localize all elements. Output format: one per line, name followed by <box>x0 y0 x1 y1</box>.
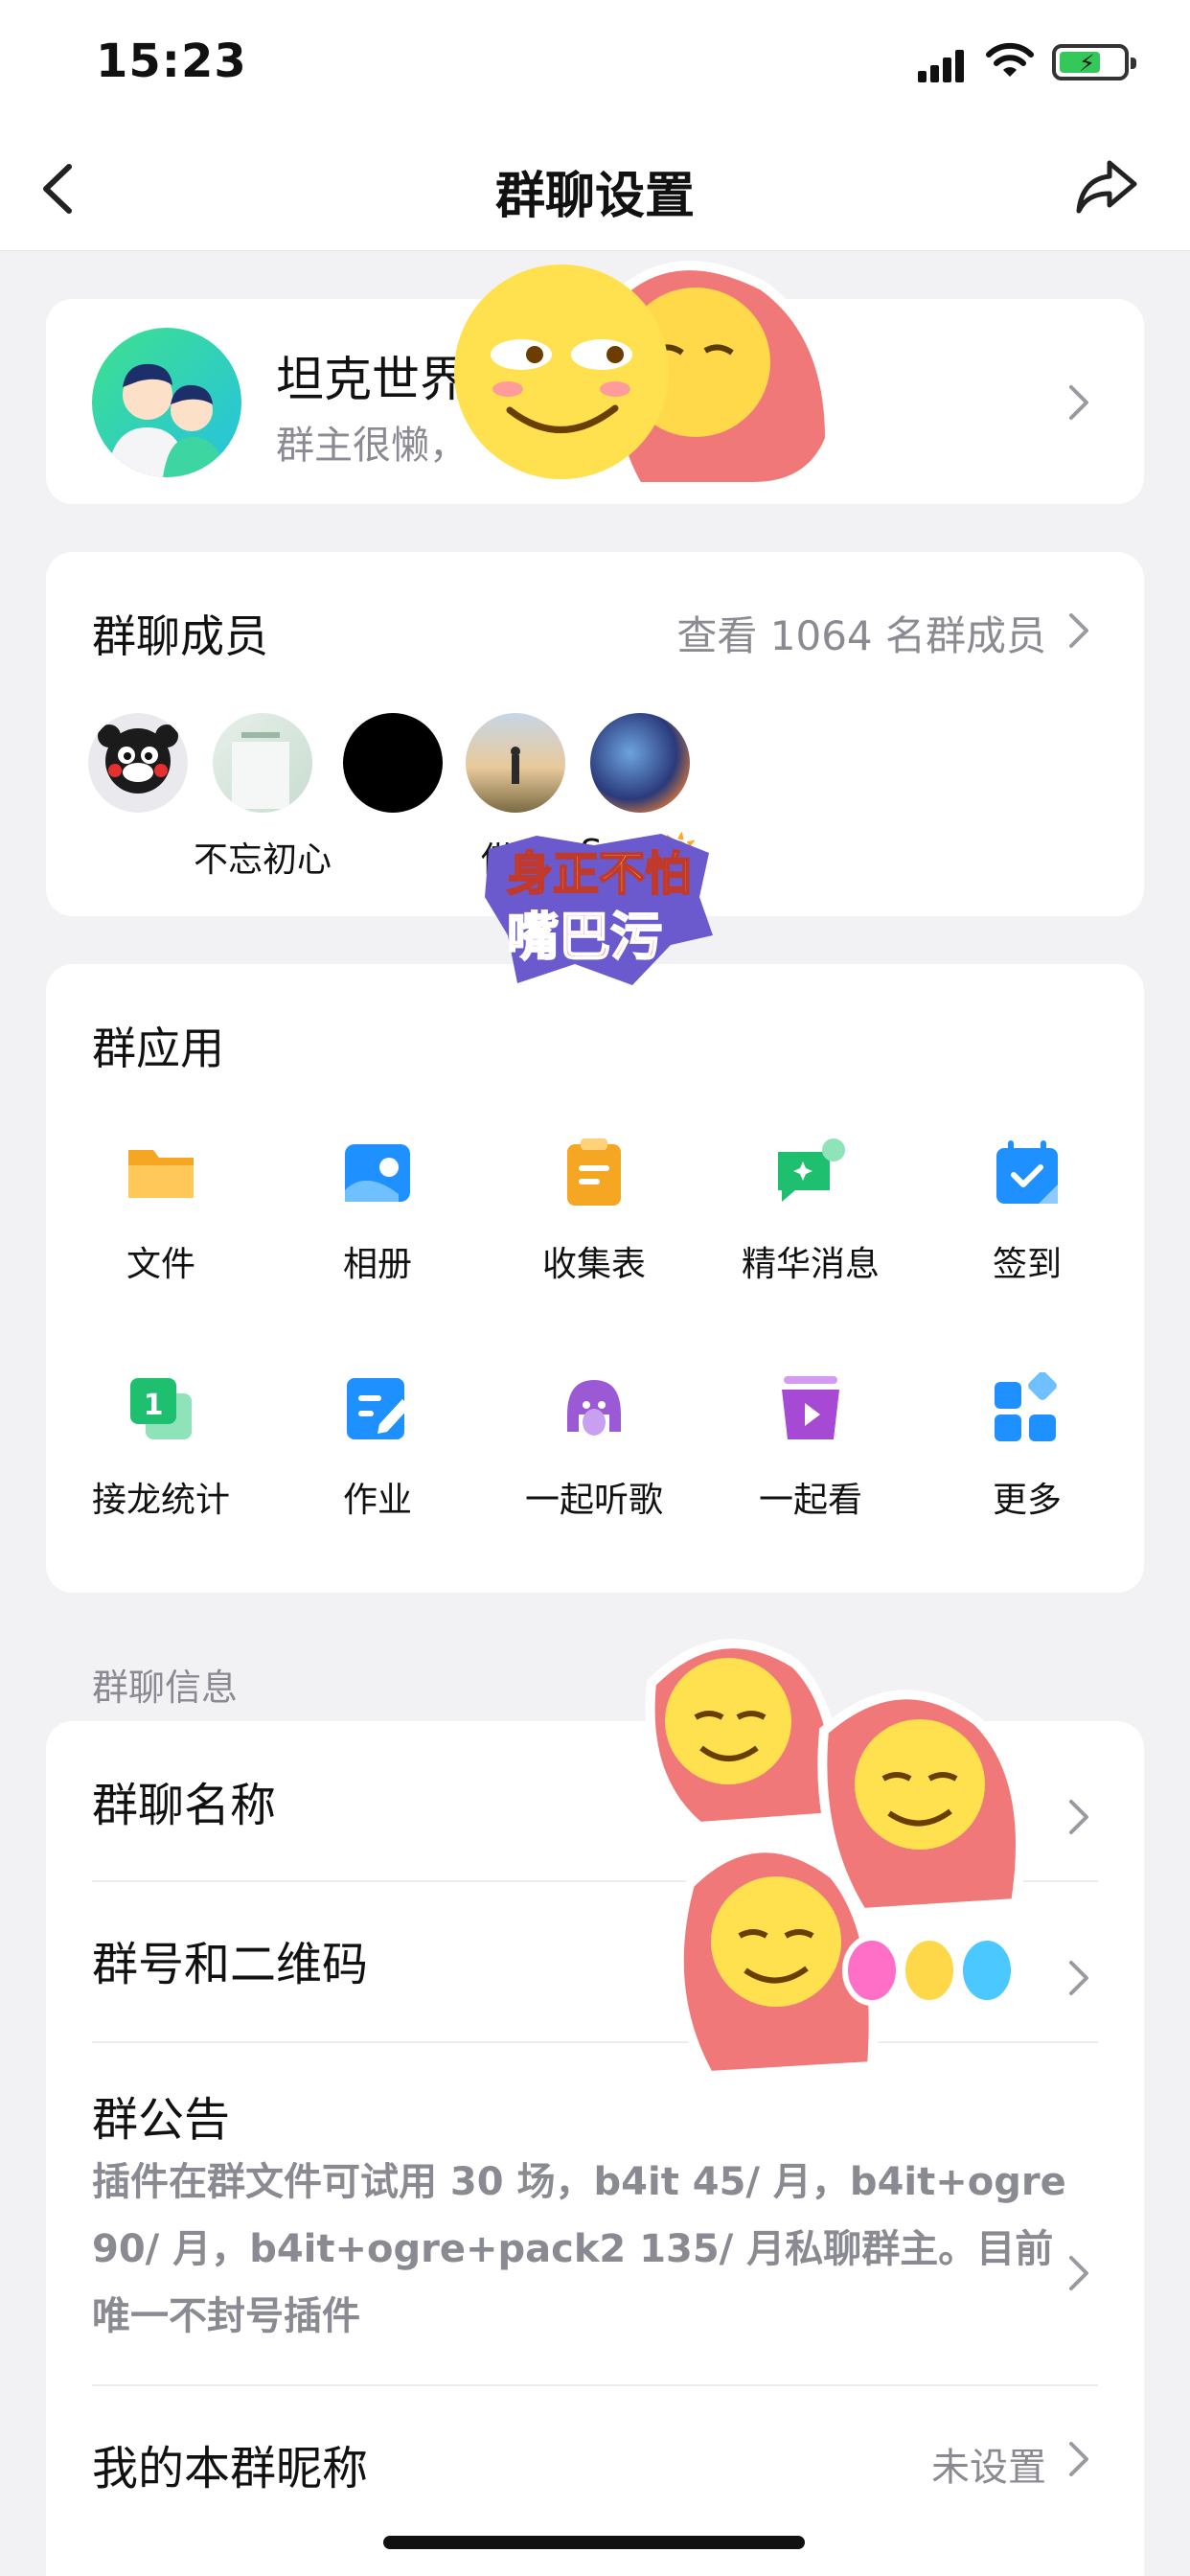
app-watch-together[interactable]: 一起看 <box>715 1372 906 1522</box>
chevron-right-icon <box>1067 611 1090 650</box>
app-form[interactable]: 收集表 <box>498 1137 690 1286</box>
member-name: 不忘初心 <box>193 840 332 880</box>
chevron-right-icon <box>1067 2440 1090 2478</box>
hooded-smirk-sticker <box>454 261 835 492</box>
sticker-text-bottom: 嘴巴污 <box>507 907 662 967</box>
wifi-icon <box>986 42 1034 77</box>
row-divider <box>92 2384 1098 2386</box>
app-files[interactable]: 文件 <box>65 1137 257 1286</box>
homework-icon <box>347 1378 410 1439</box>
battery-icon: ⚡ <box>1052 44 1136 80</box>
navigation-bar: 群聊设置 <box>0 126 1190 251</box>
app-more[interactable]: 更多 <box>931 1371 1123 1522</box>
listen-together-icon <box>567 1380 621 1436</box>
nickname-value: 未设置 <box>931 2446 1046 2490</box>
app-label: 更多 <box>992 1481 1062 1520</box>
view-all-members-link[interactable]: 查看 1064 名群成员 <box>676 604 1046 662</box>
app-label: 收集表 <box>541 1245 646 1284</box>
app-listen-together[interactable]: 一起听歌 <box>498 1372 690 1522</box>
members-title: 群聊成员 <box>92 610 268 662</box>
app-label: 作业 <box>342 1481 412 1520</box>
app-homework[interactable]: 作业 <box>282 1372 473 1522</box>
checkin-calendar-icon <box>996 1140 1058 1204</box>
status-time: 15:23 <box>96 34 247 88</box>
group-notice-row[interactable]: 群公告 插件在群文件可试用 30 场，b4it 45/ 月，b4it+ogre … <box>92 2082 1144 2350</box>
app-label: 一起看 <box>758 1481 862 1520</box>
status-bar: 15:23 ⚡ <box>0 0 1190 126</box>
watch-together-icon <box>782 1376 839 1439</box>
app-label: 接龙统计 <box>91 1481 230 1520</box>
album-icon <box>345 1144 410 1202</box>
group-name: 坦克世界 <box>276 352 468 407</box>
relay-stats-icon: 1 <box>130 1378 192 1439</box>
app-album[interactable]: 相册 <box>282 1137 473 1286</box>
app-label: 相册 <box>342 1245 412 1284</box>
app-label: 文件 <box>126 1245 195 1284</box>
group-description: 群主很懒， <box>276 424 468 468</box>
svg-text:1: 1 <box>144 1389 164 1422</box>
group-avatar <box>92 328 241 477</box>
chevron-right-icon <box>1067 2254 1090 2292</box>
chevron-right-icon <box>1067 383 1090 422</box>
section-label: 群聊信息 <box>92 1667 239 1709</box>
home-indicator <box>383 2536 805 2549</box>
notice-text: 插件在群文件可试用 30 场，b4it 45/ 月，b4it+ogre 90/ … <box>92 2160 1066 2338</box>
folder-icon <box>128 1150 194 1198</box>
text-sticker: 身正不怕 嘴巴污 <box>479 830 719 993</box>
cellular-signal-icon <box>918 50 964 82</box>
share-icon[interactable] <box>1073 155 1140 217</box>
member-avatar <box>590 713 690 813</box>
app-label: 签到 <box>992 1245 1062 1284</box>
more-apps-icon <box>995 1371 1057 1441</box>
apps-title: 群应用 <box>92 1023 224 1074</box>
app-highlight-messages[interactable]: 精华消息 <box>715 1137 906 1286</box>
app-checkin[interactable]: 签到 <box>931 1137 1123 1286</box>
form-icon <box>567 1138 621 1206</box>
app-relay-stats[interactable]: 1 接龙统计 <box>65 1372 257 1522</box>
app-label: 一起听歌 <box>524 1481 663 1520</box>
group-settings-screen: 15:23 ⚡ 群聊设置 坦克世界 群主很懒， 群聊成员 查看 1064 名群成… <box>0 0 1190 2576</box>
hooded-smirk-group-sticker <box>645 1639 1025 2082</box>
sticker-text-top: 身正不怕 <box>507 847 691 901</box>
highlight-message-icon <box>778 1138 845 1202</box>
group-apps-card: 群应用 文件 相册 收集表 精华消息 签到 1 接龙统计 作业 一起听歌 一起看… <box>46 964 1144 1593</box>
app-label: 精华消息 <box>741 1245 880 1284</box>
page-title: 群聊设置 <box>494 168 695 225</box>
